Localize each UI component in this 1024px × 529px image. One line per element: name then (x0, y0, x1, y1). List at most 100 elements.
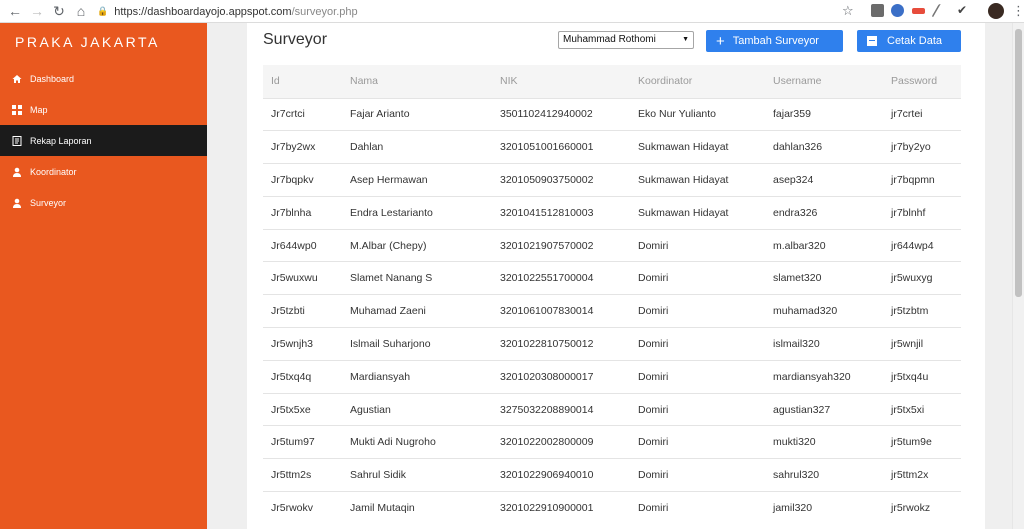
sidebar-item-dashboard[interactable]: Dashboard (0, 63, 207, 94)
select-value: Muhammad Rothomi (563, 34, 656, 45)
cell-id: Jr5tx5xe (271, 403, 311, 416)
plus-icon: + (716, 32, 725, 50)
cell-username: mukti320 (773, 436, 816, 449)
sidebar-item-surveyor[interactable]: Surveyor (0, 187, 207, 218)
table-row[interactable]: Jr5tum97 Mukti Adi Nugroho 320102200280000… (263, 425, 961, 459)
cell-nik: 3201051001660001 (500, 141, 594, 154)
cell-koordinator: Sukmawan Hidayat (638, 141, 729, 154)
table-row[interactable]: Jr5txq4q Mardiansyah 3201020308000017 Domir… (263, 360, 961, 393)
cell-nik: 3201061007830014 (500, 305, 594, 318)
back-icon[interactable]: ← (4, 0, 26, 22)
cell-koordinator: Domiri (638, 436, 669, 449)
cell-nik: 3201020308000017 (500, 370, 594, 383)
main-content: Surveyor Muhammad Rothomi ▼ + Tambah Sur… (207, 23, 1012, 529)
report-icon (12, 135, 22, 146)
cell-koordinator: Domiri (638, 370, 669, 383)
surveyor-table: Id Nama NIK Koordinator Username Passwor… (263, 65, 961, 524)
cell-id: Jr5rwokv (271, 502, 314, 515)
column-header-password: Password (891, 75, 938, 88)
table-row[interactable]: Jr5wnjh3 Islmail Suharjono 320102281075001… (263, 327, 961, 361)
extension-icon[interactable] (912, 8, 925, 14)
cell-koordinator: Domiri (638, 305, 669, 318)
extension-icon[interactable] (931, 4, 952, 17)
home-nav-icon[interactable]: ⌂ (70, 0, 92, 22)
cell-nama: Agustian (350, 403, 391, 416)
cell-id: Jr5ttm2s (271, 469, 312, 482)
cell-password: jr5wuxyg (891, 272, 933, 285)
add-surveyor-label: Tambah Surveyor (732, 35, 819, 47)
cell-nama: Jamil Mutaqin (350, 502, 415, 515)
cell-koordinator: Domiri (638, 272, 669, 285)
table-row[interactable]: Jr5tzbti Muhamad Zaeni 3201061007830014 Dom… (263, 294, 961, 328)
cell-username: jamil320 (773, 502, 813, 515)
column-header-koordinator: Koordinator (638, 75, 693, 88)
cell-nik: 3201050903750002 (500, 173, 594, 186)
cell-koordinator: Sukmawan Hidayat (638, 206, 729, 219)
cell-koordinator: Domiri (638, 403, 669, 416)
cell-koordinator: Domiri (638, 337, 669, 350)
extension-icon[interactable]: ✔ (957, 4, 970, 17)
sidebar-item-koordinator[interactable]: Koordinator (0, 156, 207, 187)
cell-nama: Endra Lestarianto (350, 206, 433, 219)
cell-id: Jr5tum97 (271, 436, 315, 449)
cell-koordinator: Eko Nur Yulianto (638, 108, 717, 121)
table-body: Jr7crtci Fajar Arianto 3501102412940002 Eko… (263, 98, 961, 524)
cell-koordinator: Sukmawan Hidayat (638, 173, 729, 186)
cell-password: jr7bqpmn (891, 173, 935, 186)
cell-password: jr5tx5xi (891, 403, 925, 416)
home-icon (12, 74, 22, 84)
table-row[interactable]: Jr644wp0 M.Albar (Chepy) 3201021907570002 D… (263, 229, 961, 262)
table-row[interactable]: Jr5rwokv Jamil Mutaqin 3201022910900001 Dom… (263, 491, 961, 525)
table-row[interactable]: Jr7crtci Fajar Arianto 3501102412940002 Eko… (263, 98, 961, 131)
brand-title: PRAKA JAKARTA (15, 34, 160, 50)
sidebar-item-rekap-laporan[interactable]: Rekap Laporan (0, 125, 207, 156)
column-header-nik: NIK (500, 75, 518, 88)
koordinator-select[interactable]: Muhammad Rothomi ▼ (558, 31, 694, 49)
lock-icon: 🔒 (97, 6, 109, 16)
reload-icon[interactable]: ↻ (48, 0, 70, 22)
cell-username: slamet320 (773, 272, 822, 285)
cell-password: jr5ttm2x (891, 469, 929, 482)
address-bar[interactable]: 🔒 https://dashboardayojo.appspot.com/sur… (97, 3, 852, 20)
avatar[interactable] (988, 3, 1004, 19)
cell-id: Jr7blnha (271, 206, 312, 219)
cell-nama: Asep Hermawan (350, 173, 428, 186)
cell-koordinator: Domiri (638, 239, 669, 252)
print-data-button[interactable]: Cetak Data (857, 30, 961, 52)
extension-icon[interactable] (871, 4, 884, 17)
table-row[interactable]: Jr5tx5xe Agustian 3275032208890014 Domiri ag… (263, 393, 961, 426)
cell-username: muhamad320 (773, 305, 838, 318)
more-icon[interactable]: ⋮ (1012, 3, 1024, 19)
page-scrollbar[interactable] (1012, 23, 1024, 529)
sidebar-item-map[interactable]: Map (0, 94, 207, 125)
cell-nik: 3275032208890014 (500, 403, 594, 416)
bookmark-star-icon[interactable]: ☆ (842, 3, 854, 19)
table-row[interactable]: Jr7by2wx Dahlan 3201051001660001 Sukmawan H… (263, 130, 961, 164)
add-surveyor-button[interactable]: + Tambah Surveyor (706, 30, 843, 52)
cell-id: Jr5tzbti (271, 305, 305, 318)
cell-nik: 3201041512810003 (500, 206, 594, 219)
cell-password: jr5tum9e (891, 436, 932, 449)
content-card: Surveyor Muhammad Rothomi ▼ + Tambah Sur… (247, 23, 985, 529)
page-title: Surveyor (263, 31, 328, 48)
cell-nik: 3201022906940010 (500, 469, 594, 482)
cell-nama: Muhamad Zaeni (350, 305, 426, 318)
cell-username: endra326 (773, 206, 818, 219)
table-header-row: Id Nama NIK Koordinator Username Passwor… (263, 65, 961, 98)
forward-icon[interactable]: → (26, 0, 48, 22)
cell-nik: 3201022810750012 (500, 337, 594, 350)
table-row[interactable]: Jr5ttm2s Sahrul Sidik 3201022906940010 Domi… (263, 458, 961, 492)
cell-password: jr5tzbtm (891, 305, 929, 318)
table-row[interactable]: Jr5wuxwu Slamet Nanang S 3201022551700004 D… (263, 261, 961, 295)
cell-koordinator: Domiri (638, 469, 669, 482)
url-path: /surveyor.php (291, 5, 358, 18)
cell-nik: 3201022551700004 (500, 272, 594, 285)
cell-nama: Dahlan (350, 141, 384, 154)
table-row[interactable]: Jr7bqpkv Asep Hermawan 3201050903750002 Suk… (263, 163, 961, 197)
column-header-nama: Nama (350, 75, 379, 88)
column-header-username: Username (773, 75, 822, 88)
cell-id: Jr644wp0 (271, 239, 317, 252)
table-row[interactable]: Jr7blnha Endra Lestarianto 320104151281000… (263, 196, 961, 229)
extension-icon[interactable] (891, 4, 904, 17)
scrollbar-thumb[interactable] (1015, 29, 1022, 297)
